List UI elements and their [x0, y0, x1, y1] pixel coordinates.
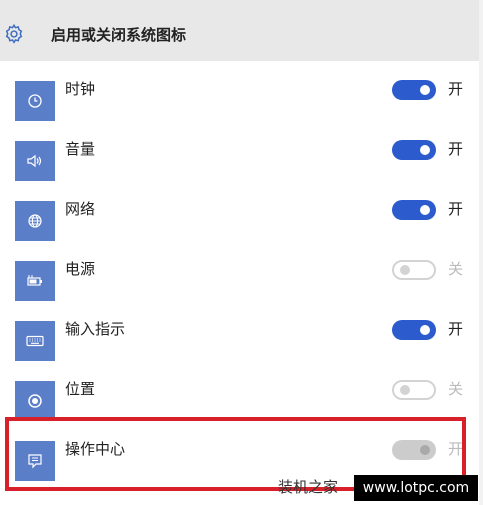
power-toggle[interactable] [392, 260, 436, 280]
toggle-state-label: 开 [448, 140, 464, 158]
toggle-state-label: 开 [448, 80, 464, 98]
toggle-knob [420, 145, 430, 155]
setting-label: 音量 [65, 140, 96, 158]
setting-label: 输入指示 [65, 320, 126, 338]
toggle-state-label: 关 [448, 260, 464, 278]
scrollbar-track[interactable] [479, 0, 483, 505]
toggle-state-label: 开 [448, 320, 464, 338]
setting-row-input-indicator: 输入指示 开 [0, 300, 483, 361]
input-indicator-tile [15, 321, 55, 361]
gear-icon [5, 23, 23, 44]
clock-tile [15, 81, 55, 121]
setting-row-network: 网络 开 [0, 180, 483, 241]
location-tile [15, 381, 55, 421]
volume-tile [15, 141, 55, 181]
watermark: 装机之家 www.lotpc.com [272, 475, 478, 501]
keyboard-icon [26, 335, 44, 347]
battery-icon [27, 275, 42, 286]
watermark-site-name: 装机之家 [278, 478, 339, 496]
speaker-icon [27, 154, 42, 168]
globe-icon [28, 214, 42, 228]
power-tile [15, 261, 55, 301]
clock-icon [28, 94, 42, 108]
setting-label: 时钟 [65, 80, 96, 98]
toggle-knob [400, 265, 410, 275]
input-indicator-toggle[interactable] [392, 320, 436, 340]
setting-row-location: 位置 关 [0, 360, 483, 421]
network-toggle[interactable] [392, 200, 436, 220]
setting-row-volume: 音量 开 [0, 120, 483, 181]
setting-row-power: 电源 关 [0, 240, 483, 301]
location-toggle[interactable] [392, 380, 436, 400]
setting-row-clock: 时钟 开 [0, 60, 483, 121]
toggle-state-label: 关 [448, 380, 464, 398]
watermark-url: www.lotpc.com [354, 475, 478, 501]
setting-label: 网络 [65, 200, 96, 218]
setting-label: 位置 [65, 380, 96, 398]
page-title: 启用或关闭系统图标 [51, 26, 187, 44]
location-icon [28, 394, 42, 408]
toggle-knob [420, 325, 430, 335]
network-tile [15, 201, 55, 241]
toggle-knob [420, 205, 430, 215]
volume-toggle[interactable] [392, 140, 436, 160]
page-header: 启用或关闭系统图标 [0, 0, 483, 61]
clock-toggle[interactable] [392, 80, 436, 100]
toggle-state-label: 开 [448, 200, 464, 218]
setting-label: 电源 [65, 260, 96, 278]
toggle-knob [420, 85, 430, 95]
toggle-knob [400, 385, 410, 395]
